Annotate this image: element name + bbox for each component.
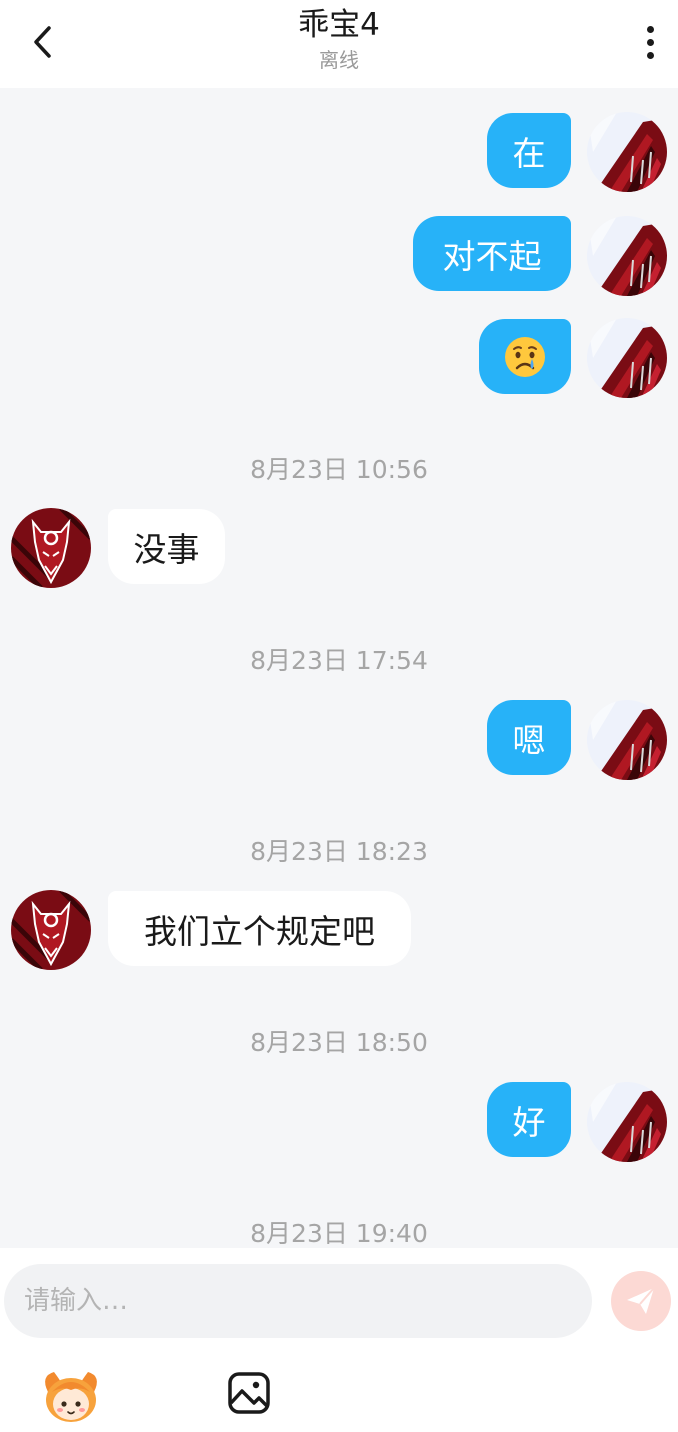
message-text: 我们立个规定吧: [144, 911, 375, 951]
image-button[interactable]: [224, 1368, 274, 1418]
paper-plane-icon: [627, 1287, 655, 1314]
message-bubble[interactable]: 对不起: [413, 216, 571, 291]
composer-bar: [0, 1248, 678, 1432]
more-options-button[interactable]: [630, 16, 670, 68]
my-avatar[interactable]: [587, 216, 667, 296]
message-bubble[interactable]: 好: [487, 1082, 571, 1157]
message-timestamp: 8月23日 18:50: [250, 1028, 428, 1057]
message-text: 对不起: [442, 236, 542, 276]
message-input[interactable]: [4, 1264, 592, 1338]
message-bubble[interactable]: 没事: [108, 509, 225, 584]
message-row-outgoing: 在: [0, 112, 678, 192]
crying-face-emoji-icon: [505, 336, 545, 377]
message-bubble[interactable]: 嗯: [487, 700, 571, 775]
message-text: 在: [512, 133, 546, 173]
chat-header: 乖宝4 离线: [0, 0, 678, 88]
sticker-button[interactable]: [38, 1366, 104, 1426]
message-timestamp: 8月23日 18:23: [250, 837, 428, 866]
message-row-outgoing: 好: [0, 1082, 678, 1162]
message-text: 没事: [133, 529, 200, 569]
message-row-outgoing: [0, 318, 678, 398]
image-icon: [228, 1372, 270, 1414]
message-row-outgoing: 对不起: [0, 216, 678, 296]
message-timestamp: 8月23日 17:54: [250, 646, 428, 675]
contact-avatar[interactable]: [11, 890, 91, 970]
message-list[interactable]: 在 对不起 8月23日 10:56 没事 8月23日 17:54 嗯 8月23日…: [0, 88, 678, 1248]
my-avatar[interactable]: [587, 112, 667, 192]
my-avatar[interactable]: [587, 1082, 667, 1162]
more-vertical-icon: [646, 25, 654, 33]
my-avatar[interactable]: [587, 700, 667, 780]
message-text: 好: [512, 1102, 546, 1142]
my-avatar[interactable]: [587, 318, 667, 398]
message-bubble[interactable]: 在: [487, 113, 571, 188]
message-timestamp: 8月23日 10:56: [250, 455, 428, 484]
message-bubble[interactable]: [479, 319, 571, 394]
message-row-outgoing: 嗯: [0, 700, 678, 780]
message-row-incoming: 没事: [0, 508, 678, 588]
message-bubble[interactable]: 我们立个规定吧: [108, 891, 411, 966]
message-timestamp: 8月23日 19:40: [250, 1219, 428, 1248]
contact-status: 离线: [319, 48, 359, 72]
contact-avatar[interactable]: [11, 508, 91, 588]
contact-name: 乖宝4: [298, 7, 380, 43]
send-button[interactable]: [611, 1271, 671, 1331]
message-row-incoming: 我们立个规定吧: [0, 890, 678, 970]
message-text: 嗯: [512, 720, 546, 760]
cartoon-sticker-icon: [45, 1372, 97, 1422]
